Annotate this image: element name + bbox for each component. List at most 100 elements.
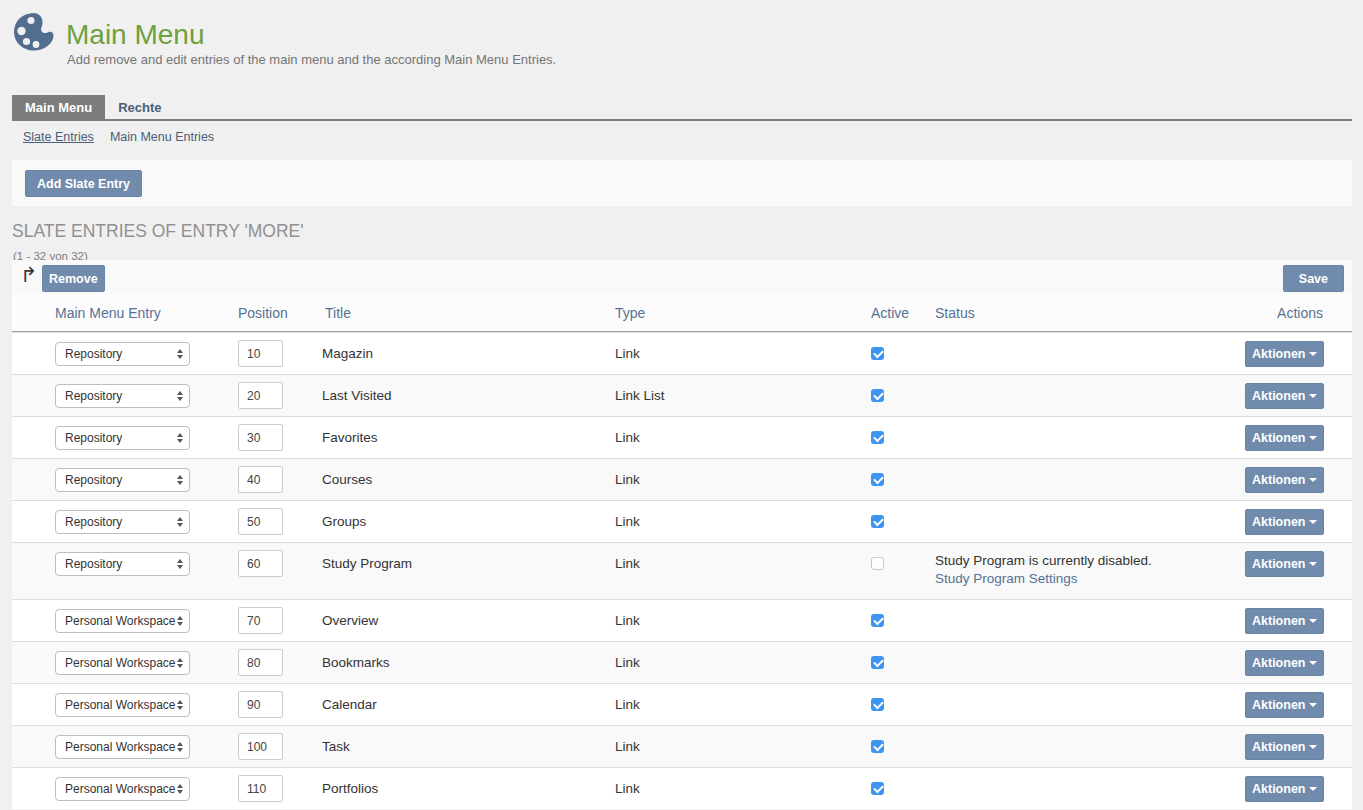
active-checkbox[interactable] — [871, 347, 884, 360]
table-row: Repository Last Visited Link List Aktion… — [12, 374, 1352, 416]
row-actions-button[interactable]: Aktionen — [1245, 383, 1324, 409]
row-type: Link List — [615, 375, 871, 416]
save-button[interactable]: Save — [1283, 265, 1344, 292]
add-slate-entry-button[interactable]: Add Slate Entry — [25, 170, 142, 197]
caret-down-icon — [1309, 787, 1317, 791]
active-checkbox[interactable] — [871, 656, 884, 669]
row-action-button-label: Aktionen — [1252, 614, 1305, 628]
select-stepper-icon — [177, 433, 183, 443]
table-header-row: Main Menu Entry Position Title Type Acti… — [12, 294, 1352, 332]
menu-entry-select[interactable]: Personal Workspace — [55, 609, 190, 633]
tab-rechte[interactable]: Rechte — [105, 95, 174, 119]
active-checkbox[interactable] — [871, 698, 884, 711]
select-stepper-icon — [177, 517, 183, 527]
palette-icon — [13, 12, 55, 52]
row-actions-button[interactable]: Aktionen — [1245, 734, 1324, 760]
active-checkbox[interactable] — [871, 515, 884, 528]
active-checkbox[interactable] — [871, 389, 884, 402]
position-input[interactable] — [238, 550, 283, 577]
select-stepper-icon — [177, 391, 183, 401]
menu-entry-select[interactable]: Repository — [55, 426, 190, 450]
menu-entry-select[interactable]: Personal Workspace — [55, 693, 190, 717]
select-stepper-icon — [177, 559, 183, 569]
row-actions-button[interactable]: Aktionen — [1245, 341, 1324, 367]
row-title: Calendar — [322, 684, 615, 725]
remove-button[interactable]: Remove — [42, 265, 105, 292]
position-input[interactable] — [238, 691, 283, 718]
active-checkbox[interactable] — [871, 431, 884, 444]
menu-entry-select[interactable]: Personal Workspace — [55, 777, 190, 801]
row-action-button-label: Aktionen — [1252, 557, 1305, 571]
row-actions-button[interactable]: Aktionen — [1245, 509, 1324, 535]
caret-down-icon — [1309, 436, 1317, 440]
subtab-slate-entries[interactable]: Slate Entries — [23, 130, 94, 144]
col-position: Position — [238, 294, 322, 331]
table-row: Personal Workspace Task Link Aktionen — [12, 725, 1352, 767]
row-title: Task — [322, 726, 615, 767]
menu-entry-select[interactable]: Personal Workspace — [55, 735, 190, 759]
apply-to-selected-arrow-icon: ↱ — [20, 263, 38, 287]
menu-entry-select-value: Repository — [65, 557, 122, 571]
active-checkbox[interactable] — [871, 614, 884, 627]
status-link[interactable]: Study Program Settings — [935, 571, 1078, 586]
row-title: Favorites — [322, 417, 615, 458]
row-actions-button[interactable]: Aktionen — [1245, 692, 1324, 718]
select-stepper-icon — [177, 742, 183, 752]
tab-main-menu[interactable]: Main Menu — [12, 95, 105, 119]
position-input[interactable] — [238, 466, 283, 493]
row-action-button-label: Aktionen — [1252, 698, 1305, 712]
active-checkbox[interactable] — [871, 473, 884, 486]
row-actions-button[interactable]: Aktionen — [1245, 425, 1324, 451]
menu-entry-select-value: Repository — [65, 431, 122, 445]
row-type: Link — [615, 684, 871, 725]
row-title: Magazin — [322, 333, 615, 374]
caret-down-icon — [1309, 520, 1317, 524]
table-row: Personal Workspace Portfolios Link Aktio… — [12, 767, 1352, 809]
row-title: Portfolios — [322, 768, 615, 809]
row-action-button-label: Aktionen — [1252, 782, 1305, 796]
caret-down-icon — [1309, 661, 1317, 665]
active-checkbox[interactable] — [871, 782, 884, 795]
subtab-main-menu-entries[interactable]: Main Menu Entries — [110, 130, 214, 144]
select-stepper-icon — [177, 700, 183, 710]
row-type: Link — [615, 768, 871, 809]
menu-entry-select-value: Personal Workspace — [65, 698, 176, 712]
position-input[interactable] — [238, 340, 283, 367]
position-input[interactable] — [238, 607, 283, 634]
tab-main-menu-label: Main Menu — [25, 100, 92, 115]
status-text: Study Program is currently disabled. — [935, 552, 1152, 570]
menu-entry-select[interactable]: Repository — [55, 468, 190, 492]
table-rows: Repository Magazin Link Aktionen — [12, 332, 1352, 809]
position-input[interactable] — [238, 733, 283, 760]
row-actions-button[interactable]: Aktionen — [1245, 608, 1324, 634]
menu-entry-select-value: Repository — [65, 347, 122, 361]
row-action-button-label: Aktionen — [1252, 656, 1305, 670]
menu-entry-select-value: Repository — [65, 389, 122, 403]
position-input[interactable] — [238, 775, 283, 802]
menu-entry-select[interactable]: Repository — [55, 342, 190, 366]
row-actions-button[interactable]: Aktionen — [1245, 776, 1324, 802]
menu-entry-select[interactable]: Repository — [55, 384, 190, 408]
menu-entry-select-value: Personal Workspace — [65, 656, 176, 670]
menu-entry-select[interactable]: Repository — [55, 510, 190, 534]
row-actions-button[interactable]: Aktionen — [1245, 551, 1324, 577]
row-action-button-label: Aktionen — [1252, 515, 1305, 529]
col-title: Title — [322, 294, 615, 331]
row-actions-button[interactable]: Aktionen — [1245, 650, 1324, 676]
position-input[interactable] — [238, 424, 283, 451]
position-input[interactable] — [238, 508, 283, 535]
caret-down-icon — [1309, 478, 1317, 482]
row-actions-button[interactable]: Aktionen — [1245, 467, 1324, 493]
position-input[interactable] — [238, 649, 283, 676]
active-checkbox[interactable] — [871, 740, 884, 753]
menu-entry-select[interactable]: Repository — [55, 552, 190, 576]
menu-entry-select[interactable]: Personal Workspace — [55, 651, 190, 675]
row-action-button-label: Aktionen — [1252, 389, 1305, 403]
row-type: Link — [615, 600, 871, 641]
active-checkbox[interactable] — [871, 557, 884, 570]
position-input[interactable] — [238, 382, 283, 409]
select-stepper-icon — [177, 784, 183, 794]
row-type: Link — [615, 501, 871, 542]
section-head: SLATE ENTRIES OF ENTRY 'MORE' (1 - 32 vo… — [12, 206, 1352, 260]
app-header: Main Menu Add remove and edit entries of… — [12, 0, 1352, 95]
